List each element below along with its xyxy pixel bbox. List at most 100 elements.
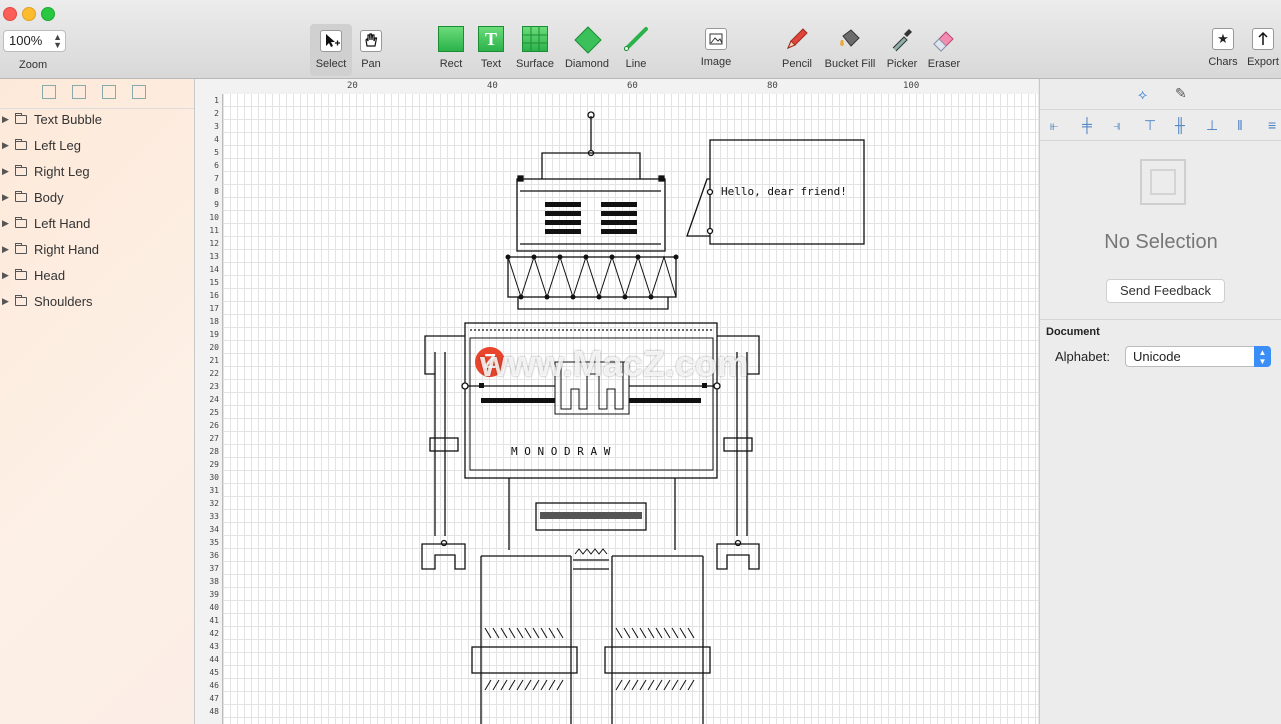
align-bottom-icon[interactable]: ⊥ — [1206, 118, 1220, 132]
ruler-row-number: 36 — [209, 551, 219, 560]
zoom-field[interactable]: 100% ▲ ▼ — [3, 30, 66, 52]
ruler-row-number: 27 — [209, 434, 219, 443]
chars-button[interactable]: ★ Chars — [1206, 26, 1240, 68]
layer-label: Body — [34, 190, 64, 205]
diamond-tool-button[interactable]: Diamond — [563, 26, 611, 70]
disclosure-triangle-icon[interactable]: ▶ — [2, 296, 9, 307]
horizontal-ruler: 20 40 60 80 100 — [195, 79, 1038, 95]
folder-icon — [15, 295, 27, 306]
alphabet-label: Alphabet: — [1055, 349, 1110, 364]
chars-label: Chars — [1208, 56, 1238, 68]
vertical-ruler: 1 2 3 4 5 6 7 8 9 10 11 12 13 14 15 16 17 18 19 20 21 22 23 24 2… — [195, 94, 223, 724]
surface-tool-button[interactable]: Surface — [514, 26, 556, 70]
folder-icon — [15, 165, 27, 176]
image-tool-label: Image — [700, 56, 732, 68]
text-tool-button[interactable]: T Text — [475, 26, 507, 70]
select-tool-button[interactable]: Select — [310, 24, 352, 76]
ruler-row-number: 5 — [214, 148, 219, 157]
layer-left-leg[interactable]: ▶ Left Leg — [0, 136, 194, 158]
layer-arrange-toolbar — [0, 79, 194, 109]
no-selection-label: No Selection — [1104, 231, 1218, 253]
rect-tool-label: Rect — [439, 58, 463, 70]
ruler-row-number: 24 — [209, 395, 219, 404]
disclosure-triangle-icon[interactable]: ▶ — [2, 114, 9, 125]
align-left-icon[interactable]: ⫦ — [1050, 118, 1064, 132]
layer-label: Right Leg — [34, 164, 90, 179]
ruler-row-number: 16 — [209, 291, 219, 300]
folder-icon — [15, 217, 27, 228]
line-tool-button[interactable]: Line — [621, 26, 651, 70]
text-tool-label: Text — [480, 58, 502, 70]
bring-forward-icon[interactable] — [72, 85, 86, 99]
minimize-window-button[interactable] — [22, 7, 36, 21]
layer-right-hand[interactable]: ▶ Right Hand — [0, 240, 194, 262]
toolbar: 100% ▲ ▼ Zoom Select Pan Rect T Text Surf… — [0, 0, 1281, 79]
ruler-row-number: 35 — [209, 538, 219, 547]
divider — [1040, 319, 1281, 320]
send-to-back-icon[interactable] — [132, 85, 146, 99]
folder-icon — [15, 139, 27, 150]
robot-body-text: M O N O D R A W — [511, 445, 611, 458]
alphabet-value: Unicode — [1133, 349, 1181, 364]
pencil-tool-button[interactable]: Pencil — [780, 26, 814, 70]
eraser-icon — [931, 26, 957, 52]
inspector-shape-tab-icon[interactable]: ⟡ — [1138, 86, 1147, 103]
ruler-row-number: 44 — [209, 655, 219, 664]
document-section-title: Document — [1046, 326, 1100, 338]
ruler-row-number: 23 — [209, 382, 219, 391]
send-feedback-button[interactable]: Send Feedback — [1106, 279, 1225, 303]
ruler-row-number: 6 — [214, 161, 219, 170]
ruler-row-number: 14 — [209, 265, 219, 274]
layers-sidebar: ▶ Text Bubble ▶ Left Leg ▶ Right Leg ▶ Body … — [0, 79, 195, 724]
layer-right-leg[interactable]: ▶ Right Leg — [0, 162, 194, 184]
ruler-row-number: 38 — [209, 577, 219, 586]
bring-to-front-icon[interactable] — [42, 85, 56, 99]
ruler-row-number: 30 — [209, 473, 219, 482]
image-tool-button[interactable]: Image — [698, 26, 734, 68]
layer-shoulders[interactable]: ▶ Shoulders — [0, 292, 194, 314]
align-center-icon[interactable]: ╪ — [1082, 118, 1096, 132]
pan-tool-button[interactable]: Pan — [356, 26, 386, 70]
rect-tool-button[interactable]: Rect — [435, 26, 467, 70]
surface-tool-label: Surface — [516, 58, 554, 70]
layer-label: Right Hand — [34, 242, 100, 257]
drawing-canvas[interactable]: Hello, dear friend! M O N O D R A W — [223, 94, 1038, 724]
disclosure-triangle-icon[interactable]: ▶ — [2, 270, 9, 281]
layer-left-hand[interactable]: ▶ Left Hand — [0, 214, 194, 236]
align-middle-icon[interactable]: ╫ — [1175, 118, 1189, 132]
disclosure-triangle-icon[interactable]: ▶ — [2, 166, 9, 177]
ruler-row-number: 39 — [209, 590, 219, 599]
layer-head[interactable]: ▶ Head — [0, 266, 194, 288]
close-window-button[interactable] — [3, 7, 17, 21]
alphabet-select[interactable]: Unicode ▲ ▼ — [1125, 346, 1271, 367]
picker-tool-button[interactable]: Picker — [885, 26, 919, 70]
ruler-row-number: 20 — [209, 343, 219, 352]
inspector-style-tab-icon[interactable]: ✎ — [1175, 85, 1187, 102]
distribute-vertical-icon[interactable]: ≡ — [1268, 118, 1281, 132]
ruler-row-number: 34 — [209, 525, 219, 534]
layer-text-bubble[interactable]: ▶ Text Bubble — [0, 110, 194, 132]
rectangle-icon — [438, 26, 464, 52]
watermark-text: www.MacZ.com — [480, 343, 749, 384]
disclosure-triangle-icon[interactable]: ▶ — [2, 218, 9, 229]
ruler-row-number: 11 — [209, 226, 219, 235]
layer-label: Shoulders — [34, 294, 93, 309]
layer-body[interactable]: ▶ Body — [0, 188, 194, 210]
ruler-row-number: 19 — [209, 330, 219, 339]
bucket-fill-tool-button[interactable]: Bucket Fill — [822, 26, 878, 70]
send-backward-icon[interactable] — [102, 85, 116, 99]
disclosure-triangle-icon[interactable]: ▶ — [2, 140, 9, 151]
disclosure-triangle-icon[interactable]: ▶ — [2, 192, 9, 203]
robot-drawing: Hello, dear friend! M O N O D R A W — [421, 111, 865, 724]
zoom-stepper-icon[interactable]: ▲ ▼ — [53, 33, 62, 50]
distribute-horizontal-icon[interactable]: ‖ — [1237, 118, 1251, 132]
export-button[interactable]: Export — [1246, 26, 1280, 68]
align-top-icon[interactable]: ⊤ — [1144, 118, 1158, 132]
eraser-tool-button[interactable]: Eraser — [926, 26, 962, 70]
pan-tool-label: Pan — [361, 58, 381, 70]
maximize-window-button[interactable] — [41, 7, 55, 21]
align-right-icon[interactable]: ⫣ — [1113, 118, 1127, 132]
hand-icon — [360, 30, 382, 52]
disclosure-triangle-icon[interactable]: ▶ — [2, 244, 9, 255]
ruler-row-number: 41 — [209, 616, 219, 625]
